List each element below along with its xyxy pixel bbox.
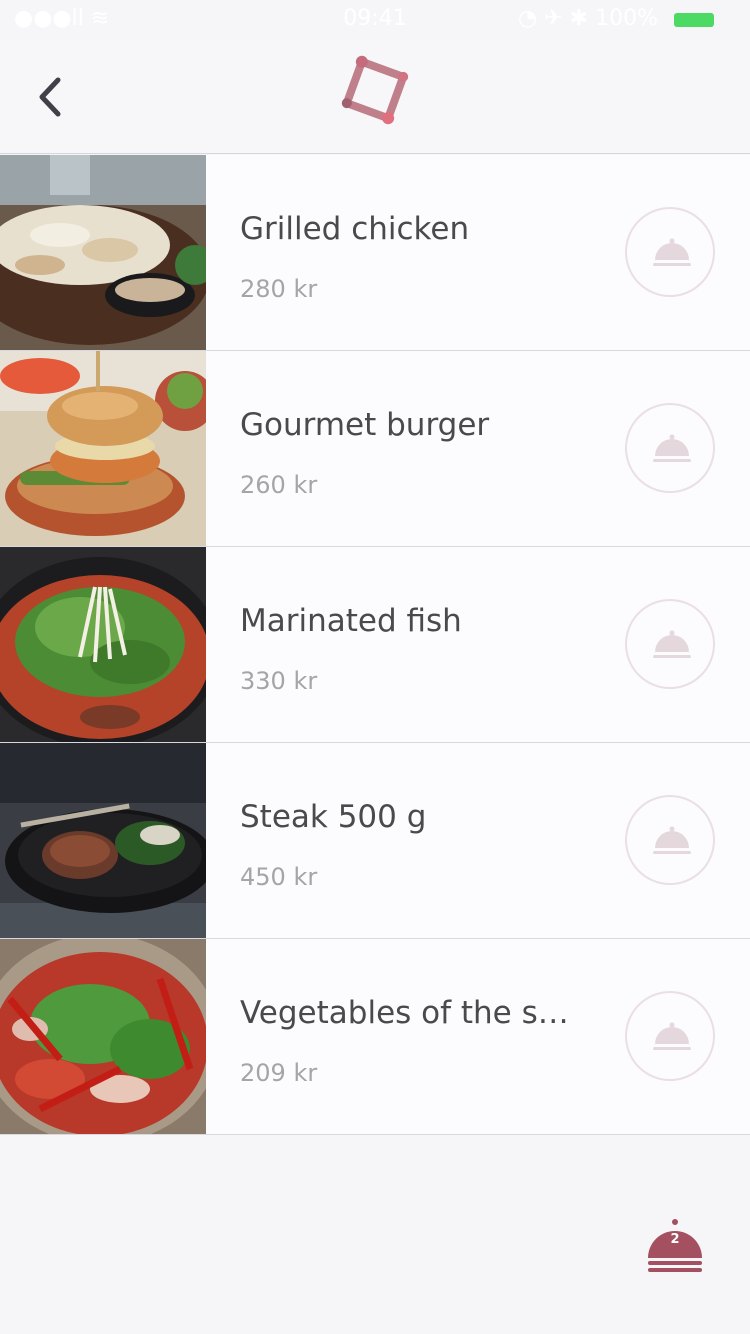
battery-icon — [674, 13, 714, 27]
add-to-order-button[interactable] — [625, 599, 715, 689]
item-name: Grilled chicken — [240, 211, 470, 247]
menu-item[interactable]: Marinated fish 330 kr — [0, 547, 750, 743]
add-to-order-button[interactable] — [625, 991, 715, 1081]
grilled-chicken-photo — [0, 155, 206, 350]
item-name: Steak 500 g — [240, 799, 427, 835]
chevron-left-icon — [39, 77, 61, 117]
menu-list: Grilled chicken 280 kr Gourmet burger 26… — [0, 155, 750, 1135]
steak-photo — [0, 743, 206, 938]
cloche-icon — [653, 238, 691, 266]
add-to-order-button[interactable] — [625, 207, 715, 297]
status-bar: ●●●ll ≋ 09:41 ◔ ✈ ✱ 100% — [0, 0, 750, 40]
marinated-fish-photo — [0, 547, 206, 742]
vegetables-photo — [0, 939, 206, 1134]
item-price: 330 kr — [240, 667, 318, 695]
menu-item[interactable]: Grilled chicken 280 kr — [0, 155, 750, 351]
navigation-bar — [0, 40, 750, 154]
add-to-order-button[interactable] — [625, 795, 715, 885]
cart-count-badge: 2 — [670, 1232, 680, 1247]
item-name: Marinated fish — [240, 603, 462, 639]
back-button[interactable] — [28, 70, 78, 124]
menu-item[interactable]: Vegetables of the s… 209 kr — [0, 939, 750, 1135]
menu-item[interactable]: Gourmet burger 260 kr — [0, 351, 750, 547]
cloche-icon — [648, 1219, 702, 1272]
cloche-icon — [653, 434, 691, 462]
app-logo — [335, 50, 415, 130]
menu-item[interactable]: Steak 500 g 450 kr — [0, 743, 750, 939]
item-price: 280 kr — [240, 275, 318, 303]
item-name: Vegetables of the s… — [240, 995, 569, 1031]
cart-button[interactable]: 2 — [640, 1214, 714, 1280]
status-indicators: ◔ ✈ ✱ 100% — [518, 6, 658, 31]
item-price: 260 kr — [240, 471, 318, 499]
cloche-icon — [653, 630, 691, 658]
item-price: 209 kr — [240, 1059, 318, 1087]
cloche-icon — [653, 826, 691, 854]
item-name: Gourmet burger — [240, 407, 490, 443]
cloche-icon — [653, 1022, 691, 1050]
item-price: 450 kr — [240, 863, 318, 891]
add-to-order-button[interactable] — [625, 403, 715, 493]
gourmet-burger-photo — [0, 351, 206, 546]
